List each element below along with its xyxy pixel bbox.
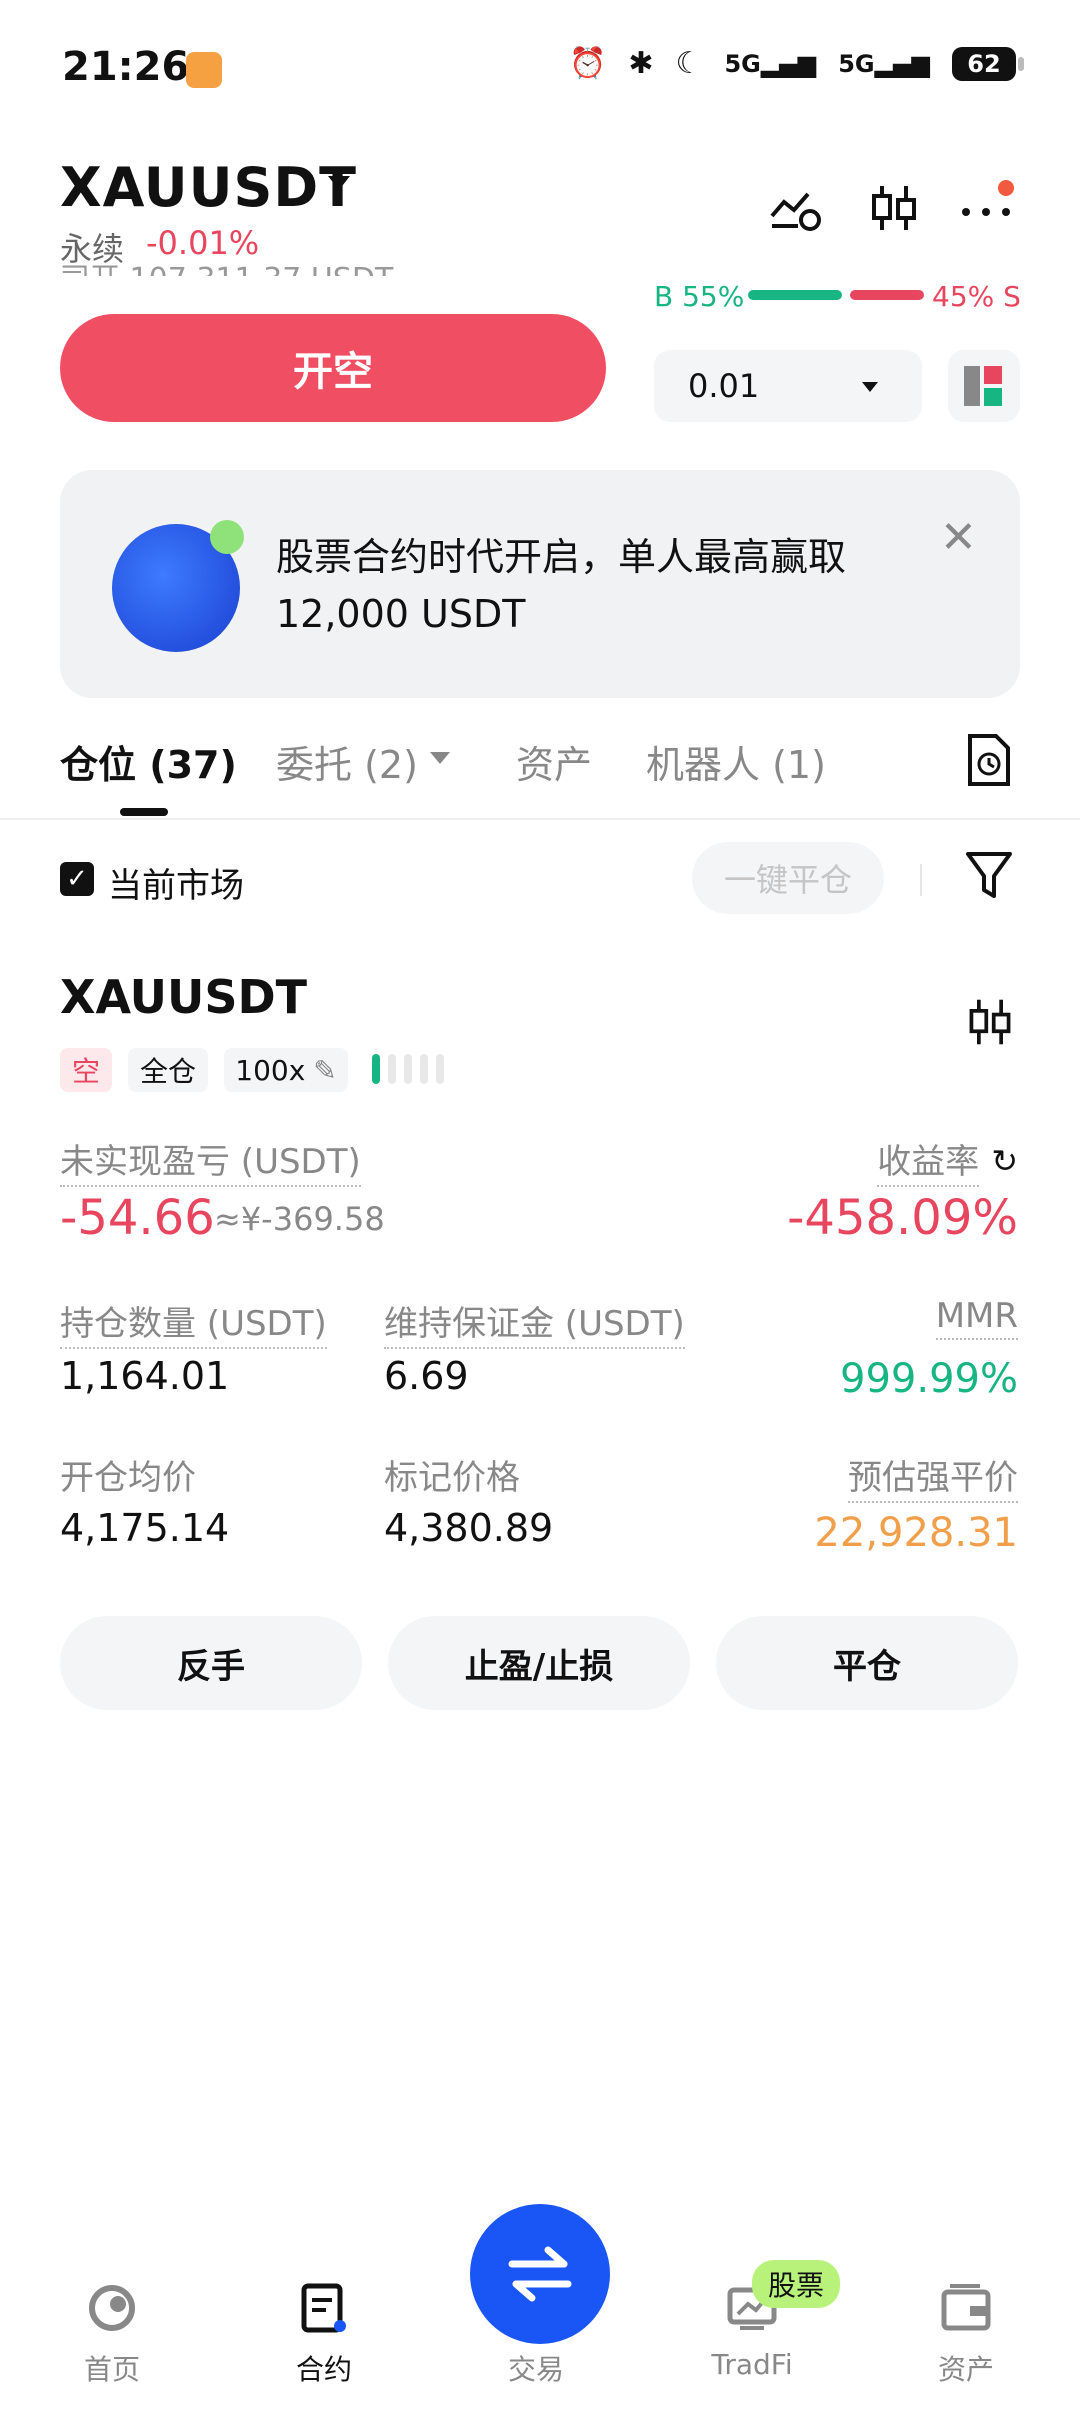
signal-5g-icon: 5G▂▄▆ [838,49,930,78]
unrealized-pnl-label[interactable]: 未实现盈亏 (USDT) [60,1134,361,1187]
leverage-value: 100x [235,1053,306,1087]
unrealized-pnl-cny: ≈¥-369.58 [214,1200,385,1238]
entry-price-label: 开仓均价 [60,1458,196,1498]
mark-price-value: 4,380.89 [384,1506,554,1550]
current-market-label[interactable]: 当前市场 [108,858,244,907]
nav-home[interactable]: 首页 [32,2282,192,2388]
truncated-row: 司开 107,311.37 USDT [60,254,620,276]
mmr-label[interactable]: MMR [935,1296,1018,1340]
mark-price-label: 标记价格 [384,1458,520,1498]
nav-assets[interactable]: 资产 [886,2282,1046,2388]
chevron-down-icon[interactable] [430,752,450,764]
pair-title[interactable]: XAUUSDT [60,156,357,219]
nav-futures-label: 合约 [295,2353,352,2386]
close-icon[interactable]: ✕ [940,512,977,563]
sell-ratio-bar [850,290,924,300]
home-icon [89,2285,135,2331]
nav-home-label: 首页 [83,2353,140,2386]
buy-ratio-bar [748,290,842,300]
nav-tradfi-label: TradFi [711,2348,793,2381]
side-tag: 空 [60,1048,112,1092]
tab-orders[interactable]: 委托 (2) [276,734,418,789]
tab-positions[interactable]: 仓位 (37) [60,734,237,789]
pair-dropdown-icon[interactable] [328,176,350,190]
wallet-icon [941,2284,991,2331]
sell-ratio: 45% S [932,280,1021,313]
divider [0,818,1080,820]
futures-icon [301,2283,346,2333]
current-market-checkbox[interactable]: ✓ [60,862,94,896]
nav-assets-label: 资产 [937,2353,994,2386]
swap-icon [508,2246,572,2302]
margin-mode-tag: 全仓 [128,1048,208,1092]
close-all-button[interactable]: 一键平仓 [692,842,884,914]
battery-icon: 62 [952,46,1024,81]
promo-art-dot [210,520,244,554]
nav-futures[interactable]: 合约 [244,2282,404,2388]
stock-badge: 股票 [752,2260,841,2308]
reverse-button[interactable]: 反手 [60,1616,362,1710]
moon-icon: ☾ [675,46,703,81]
strategy-chart-icon[interactable] [768,180,824,236]
candlestick-icon[interactable] [964,996,1016,1048]
liq-price-label[interactable]: 预估强平价 [848,1450,1018,1503]
leverage-tag[interactable]: 100x ✎ [224,1048,348,1092]
edit-icon[interactable]: ✎ [313,1054,336,1087]
signal-5g-icon: 5G▂▄▆ [724,49,817,78]
filter-icon[interactable] [964,848,1014,904]
adl-indicator [372,1054,444,1084]
roe-header[interactable]: 收益率 ↻ [877,1134,1018,1187]
active-tab-indicator [120,808,168,816]
quantity-value: 0.01 [688,367,760,405]
tab-assets[interactable]: 资产 [516,734,592,789]
history-icon[interactable] [964,732,1014,788]
open-short-button[interactable]: 开空 [60,314,606,422]
quantity-select[interactable]: 0.01 [654,350,922,422]
tab-bots[interactable]: 机器人 (1) [646,734,826,789]
alarm-icon: ⏰ [569,46,607,81]
status-time: 21:26 [62,44,190,90]
roe-label[interactable]: 收益率 [877,1134,980,1187]
position-size-value: 1,164.01 [60,1354,230,1398]
divider [920,864,922,896]
roe-value: -458.09% [787,1190,1018,1246]
entry-price-value: 4,175.14 [60,1506,230,1550]
buy-ratio: B 55% [654,280,745,313]
bluetooth-icon: ✱ [628,46,654,81]
candlestick-icon[interactable] [866,180,922,236]
chevron-down-icon [862,382,878,392]
nav-trade-label[interactable]: 交易 [508,2348,564,2388]
notification-dot [998,180,1014,196]
orderbook-layout-icon[interactable] [948,350,1020,422]
share-icon[interactable]: ↻ [991,1142,1018,1180]
liq-price-value: 22,928.31 [814,1510,1018,1556]
promo-text-line2: 12,000 USDT [276,592,526,636]
position-size-label[interactable]: 持仓数量 (USDT) [60,1296,327,1349]
app-notification-icon [186,52,222,88]
close-position-button[interactable]: 平仓 [716,1616,1018,1710]
trade-button[interactable] [470,2204,610,2344]
position-symbol[interactable]: XAUUSDT [60,970,307,1024]
promo-text-line1: 股票合约时代开启，单人最高赢取 [276,535,847,579]
status-icons: ⏰ ✱ ☾ 5G▂▄▆ 5G▂▄▆ 62 [569,46,1024,81]
unrealized-pnl-value: -54.66 [60,1190,215,1246]
tpsl-button[interactable]: 止盈/止损 [388,1616,690,1710]
mmr-value: 999.99% [840,1356,1018,1402]
maint-margin-value: 6.69 [384,1354,469,1398]
maint-margin-label[interactable]: 维持保证金 (USDT) [384,1296,685,1349]
